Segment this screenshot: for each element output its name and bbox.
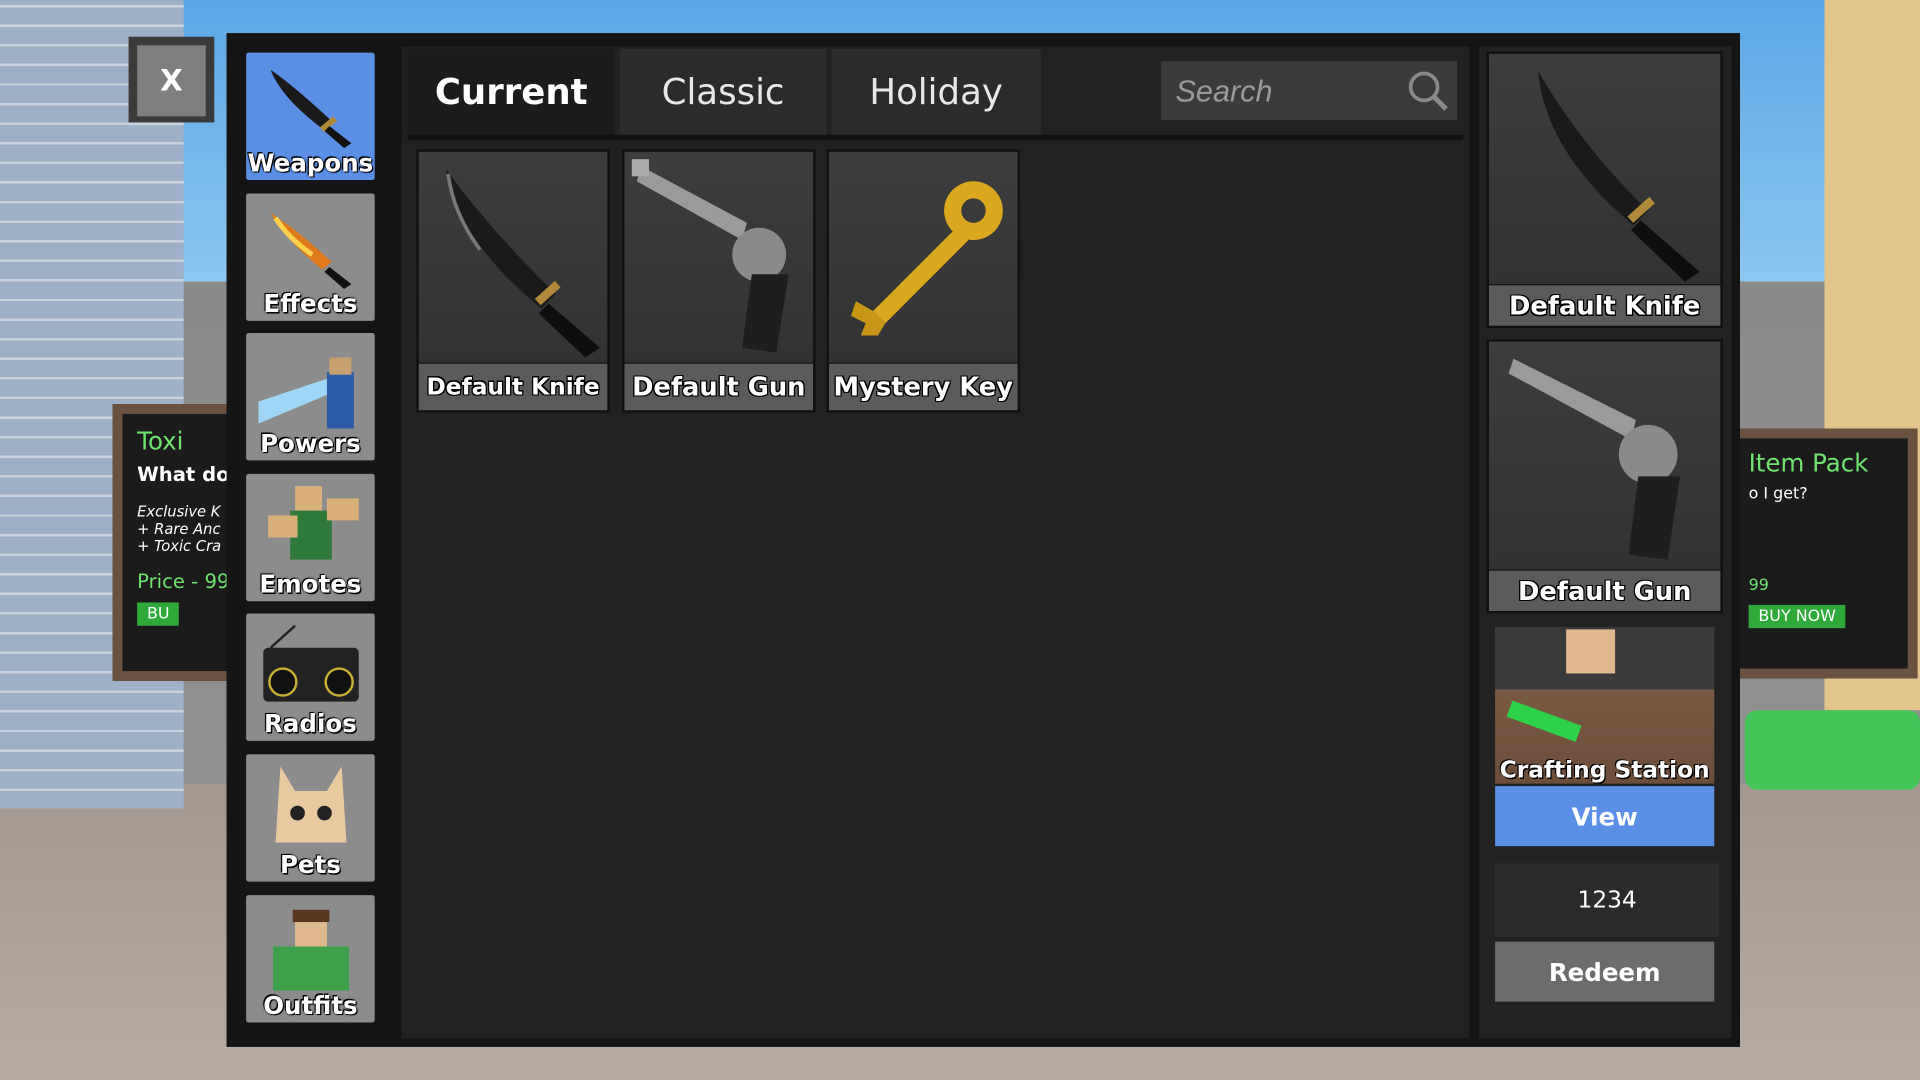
tab-current[interactable]: Current [407, 48, 615, 135]
knife-icon [270, 69, 352, 149]
revolver-icon [631, 159, 789, 353]
powers-icon [258, 357, 354, 429]
sidebar-item-label: Emotes [259, 569, 362, 599]
close-label: X [137, 45, 206, 117]
code-input[interactable] [1495, 863, 1720, 937]
sign-line: o I get? [1748, 484, 1808, 504]
search-icon[interactable] [1406, 69, 1450, 113]
equipped-knife-card[interactable]: Default Knife [1486, 51, 1723, 329]
sidebar-item-emotes[interactable]: Emotes [246, 473, 375, 602]
sidebar-item-radios[interactable]: Radios [246, 613, 375, 741]
crafting-station-image: Crafting Station [1495, 626, 1715, 784]
tab-classic[interactable]: Classic [619, 48, 827, 135]
sidebar-item-label: Powers [260, 428, 361, 458]
revolver-icon [1508, 358, 1681, 560]
item-name: Default Knife [418, 363, 608, 411]
redeem-button[interactable]: Redeem [1495, 941, 1715, 1002]
equipped-item-name: Default Gun [1488, 570, 1721, 612]
tab-divider [407, 134, 1464, 140]
knife-icon [1537, 71, 1700, 282]
equipped-gun-card[interactable]: Default Gun [1486, 339, 1723, 614]
item-card-default-gun[interactable]: Default Gun [622, 149, 816, 413]
sidebar-item-label: Weapons [247, 148, 374, 178]
sign-buy: BUY NOW [1748, 604, 1846, 629]
flame-knife-icon [270, 213, 352, 289]
item-name: Mystery Key [828, 363, 1018, 411]
key-icon [851, 181, 1003, 336]
item-card-mystery-key[interactable]: Mystery Key [826, 149, 1021, 413]
knife-icon [445, 168, 601, 358]
equipped-item-name: Default Knife [1488, 285, 1721, 326]
tab-holiday[interactable]: Holiday [831, 48, 1041, 135]
background-sign-right: Item Pack o I get? 99 BUY NOW [1726, 428, 1918, 679]
sidebar-item-label: Effects [263, 288, 358, 319]
view-button[interactable]: View [1495, 786, 1715, 847]
sign-price: 99 [1748, 576, 1769, 596]
sidebar-item-powers[interactable]: Powers [246, 333, 375, 461]
radio-icon [263, 624, 359, 702]
crafter-figure [1566, 629, 1616, 674]
item-card-default-knife[interactable]: Default Knife [416, 149, 610, 413]
search-box [1160, 61, 1458, 123]
sidebar-item-outfits[interactable]: Outfits [246, 895, 375, 1023]
outfit-icon [273, 909, 349, 991]
sidebar-item-pets[interactable]: Pets [246, 754, 375, 882]
item-name: Default Gun [624, 363, 814, 411]
sign-buy: BU [137, 602, 180, 626]
crafting-station-label: Crafting Station [1499, 756, 1710, 784]
emote-icon [268, 486, 359, 560]
sidebar-item-label: Radios [264, 708, 357, 739]
close-button[interactable]: X [128, 36, 215, 123]
sidebar-item-effects[interactable]: Effects [246, 193, 375, 321]
sign-title: Item Pack [1748, 448, 1869, 478]
background-green-block [1744, 710, 1920, 790]
pet-icon [275, 766, 347, 843]
sidebar-item-label: Outfits [263, 990, 358, 1021]
game-screen: Toxi What do Exclusive K + Rare Anc + To… [0, 0, 1920, 1080]
sidebar-item-weapons[interactable]: Weapons [246, 52, 375, 181]
sidebar-item-label: Pets [279, 849, 341, 880]
green-weapon [1506, 700, 1582, 742]
search-input[interactable] [1160, 61, 1411, 123]
